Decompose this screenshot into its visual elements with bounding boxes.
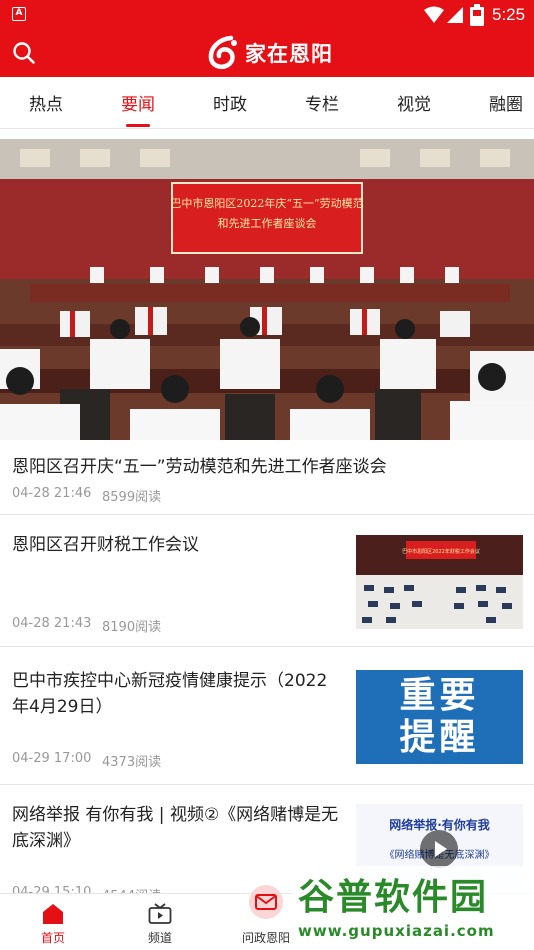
thumbnail-banner: 巴中市恩阳区2022年财税工作会议 xyxy=(402,548,480,555)
play-icon xyxy=(435,841,447,857)
news-item-3-title[interactable]: 网络举报 有你有我 | 视频②《网络赌博是无底深渊》 xyxy=(12,802,342,854)
meeting-photo: 巴中市恩阳区2022年庆“五一”劳动模范 和先进工作者座谈会 xyxy=(0,139,534,440)
tab-visual[interactable]: 视觉 xyxy=(384,90,444,115)
app-notification-icon: A xyxy=(12,7,26,21)
home-icon xyxy=(43,904,63,924)
banner-line-2: 和先进工作者座谈会 xyxy=(218,216,317,230)
wifi-icon xyxy=(424,6,444,23)
nav-home-label: 首页 xyxy=(40,931,65,945)
active-tab-indicator xyxy=(126,124,150,127)
banner-line-1: 巴中市恩阳区2022年庆“五一”劳动模范 xyxy=(170,196,363,210)
app-title: 家在恩阳 xyxy=(245,42,333,66)
watermark-text: 谷普软件园 xyxy=(298,877,489,918)
news-item-1-title[interactable]: 恩阳区召开财税工作会议 xyxy=(12,532,342,558)
divider xyxy=(0,784,534,785)
divider xyxy=(0,646,534,647)
hero-news-title[interactable]: 恩阳区召开庆“五一”劳动模范和先进工作者座谈会 xyxy=(12,452,387,477)
news-item-1-date: 04-28 21:43 xyxy=(12,616,92,631)
tab-headlines[interactable]: 要闻 xyxy=(108,90,168,115)
status-bar: A 5:25 xyxy=(0,0,534,30)
tv-icon xyxy=(148,903,172,924)
conference-photo: 巴中市恩阳区2022年财税工作会议 xyxy=(356,535,523,629)
news-item-2-reads: 4373阅读 xyxy=(102,755,162,770)
category-tabs: 热点 要闻 时政 专栏 视觉 融圈 xyxy=(0,77,534,129)
clock: 5:25 xyxy=(492,5,526,24)
app-logo: 家在恩阳 xyxy=(207,35,333,71)
battery-icon xyxy=(470,4,484,26)
app-header: 家在恩阳 xyxy=(0,30,534,77)
video-play-button[interactable] xyxy=(420,830,458,868)
tab-community[interactable]: 融圈 xyxy=(476,90,534,115)
hero-news-reads: 8599阅读 xyxy=(102,490,162,505)
news-item-2-thumbnail[interactable]: 重要 提醒 xyxy=(356,670,523,764)
news-item-2-title[interactable]: 巴中市疾控中心新冠疫情健康提示（2022年4月29日） xyxy=(12,668,342,720)
divider xyxy=(0,514,534,515)
logo-emblem-icon xyxy=(208,35,237,69)
tab-politics[interactable]: 时政 xyxy=(200,90,260,115)
search-icon[interactable] xyxy=(12,41,36,65)
reminder-line-1: 重要 xyxy=(399,675,480,716)
hero-news-date: 04-28 21:46 xyxy=(12,486,92,501)
tab-columns[interactable]: 专栏 xyxy=(292,90,352,115)
news-item-2-date: 04-29 17:00 xyxy=(12,751,92,766)
watermark: 谷普软件园 www.gupuxiazai.com xyxy=(292,866,534,950)
news-item-1-thumbnail[interactable]: 巴中市恩阳区2022年财税工作会议 xyxy=(356,535,523,629)
watermark-url: www.gupuxiazai.com xyxy=(298,922,495,940)
news-item-1-reads: 8190阅读 xyxy=(102,620,162,635)
nav-channels-label: 频道 xyxy=(147,931,172,945)
nav-home[interactable]: 首页 xyxy=(13,894,93,950)
signal-icon xyxy=(447,7,463,23)
hero-news-image[interactable]: 巴中市恩阳区2022年庆“五一”劳动模范 和先进工作者座谈会 xyxy=(0,139,534,440)
nav-channels[interactable]: 频道 xyxy=(120,894,200,950)
mail-icon xyxy=(249,885,283,919)
tab-hot[interactable]: 热点 xyxy=(16,90,76,115)
reminder-line-2: 提醒 xyxy=(399,717,480,758)
